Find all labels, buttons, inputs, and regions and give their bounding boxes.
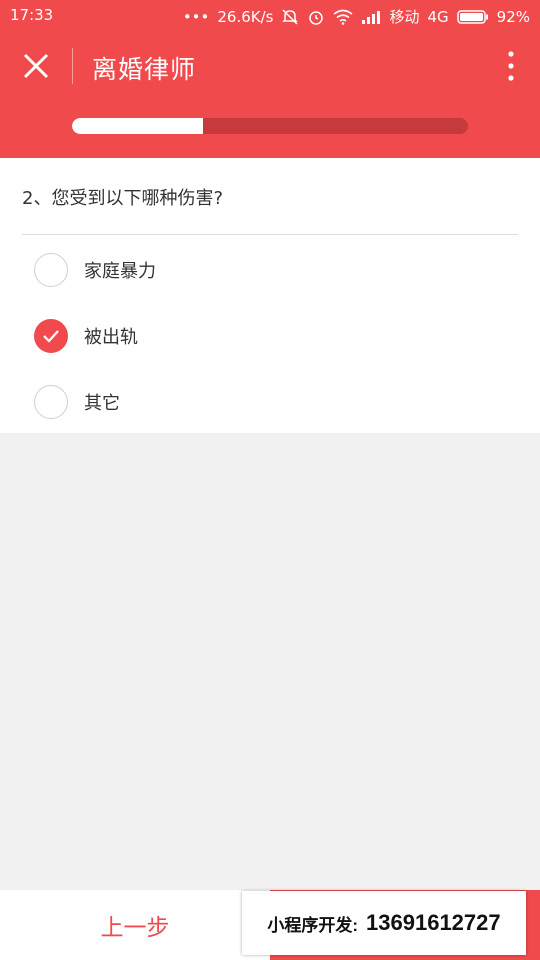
signal-icon bbox=[361, 10, 381, 24]
option-label: 被出轨 bbox=[84, 327, 138, 348]
watermark-phone: 13691612727 bbox=[366, 910, 501, 935]
radio-button-checked[interactable] bbox=[34, 319, 68, 353]
option-item[interactable]: 被出轨 bbox=[34, 316, 434, 356]
battery-level: 92% bbox=[496, 7, 530, 26]
close-icon[interactable] bbox=[20, 50, 52, 82]
more-vertical-icon[interactable] bbox=[506, 50, 516, 84]
prev-button[interactable]: 上一步 bbox=[0, 890, 270, 960]
progress-section bbox=[0, 102, 540, 158]
status-bar: 17:33 ••• 26.6K/s 移动 4G 92% bbox=[0, 0, 540, 32]
carrier-label: 移动 bbox=[389, 8, 420, 26]
question-card: 2、您受到以下哪种伤害? 家庭暴力 被出轨 其它 bbox=[0, 158, 540, 433]
checkmark-icon bbox=[43, 330, 59, 343]
network-speed: 26.6K/s bbox=[217, 7, 274, 26]
radio-button[interactable] bbox=[34, 385, 68, 419]
battery-icon bbox=[456, 9, 489, 24]
status-dots: ••• bbox=[182, 7, 210, 26]
mute-icon bbox=[281, 8, 299, 26]
status-time: 17:33 bbox=[10, 6, 54, 24]
option-item[interactable]: 家庭暴力 bbox=[34, 250, 434, 290]
progress-fill bbox=[72, 118, 203, 134]
alarm-icon bbox=[307, 8, 325, 26]
header-divider bbox=[72, 48, 73, 84]
app-header: 离婚律师 bbox=[0, 32, 540, 102]
network-type: 4G bbox=[427, 7, 449, 26]
watermark-label: 小程序开发: bbox=[267, 915, 359, 935]
progress-bar bbox=[72, 118, 468, 134]
option-item[interactable]: 其它 bbox=[34, 382, 434, 422]
question-divider bbox=[22, 234, 518, 235]
page-title: 离婚律师 bbox=[92, 55, 197, 84]
wifi-icon bbox=[333, 9, 353, 25]
question-text: 2、您受到以下哪种伤害? bbox=[22, 188, 224, 209]
status-right: ••• 26.6K/s 移动 4G 92% bbox=[183, 6, 530, 27]
option-label: 其它 bbox=[84, 393, 120, 414]
radio-button[interactable] bbox=[34, 253, 68, 287]
option-label: 家庭暴力 bbox=[84, 261, 156, 282]
watermark-overlay: 小程序开发: 13691612727 bbox=[242, 891, 526, 955]
